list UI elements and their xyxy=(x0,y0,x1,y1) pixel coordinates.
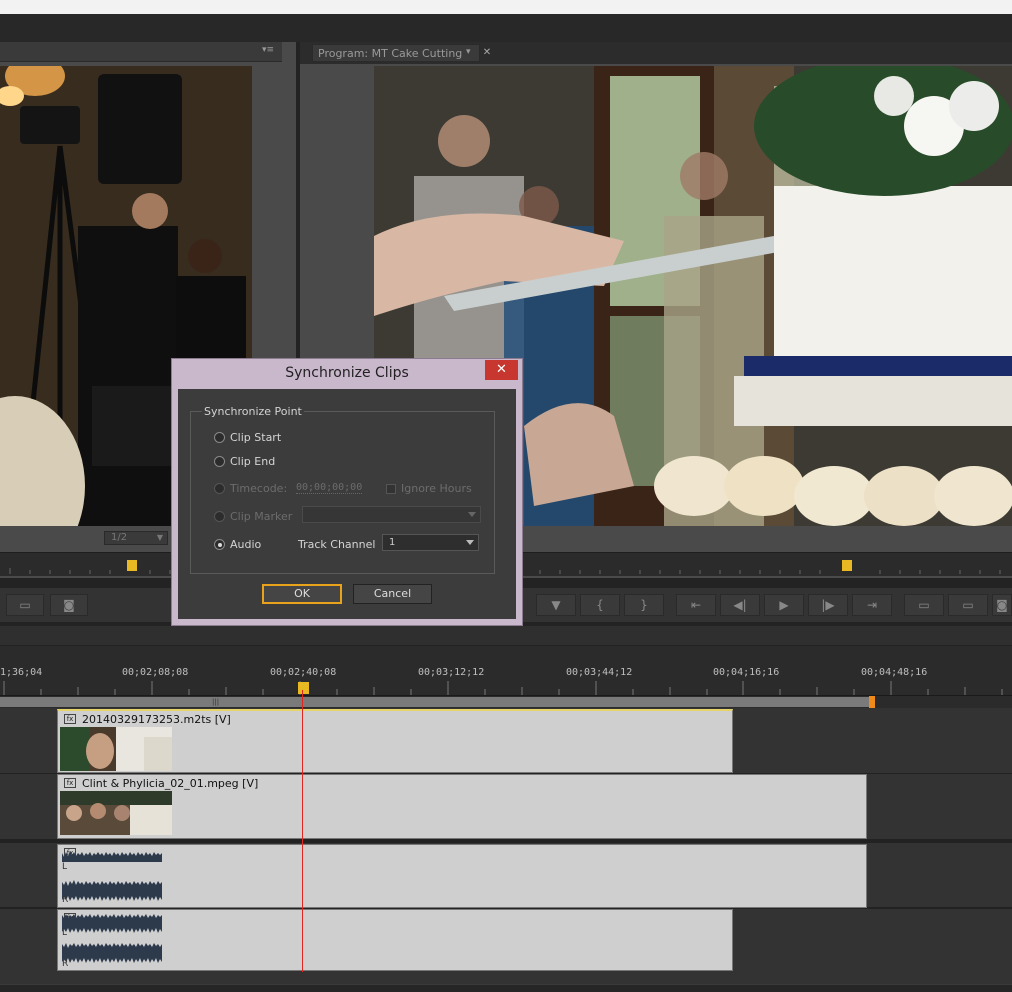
clip-start-radio[interactable] xyxy=(214,432,225,443)
timeline-playhead-line[interactable] xyxy=(302,690,303,972)
track-channel-value: 1 xyxy=(389,537,396,548)
marker-icon: ▼ xyxy=(551,598,561,612)
play-icon: ▶ xyxy=(779,598,789,612)
program-tab-label: Program: MT Cake Cutting xyxy=(318,47,463,60)
chevron-down-icon: ▼ xyxy=(156,533,163,542)
work-area-grip[interactable]: ||| xyxy=(212,697,220,707)
ruler-label: 00;04;48;16 xyxy=(861,667,928,678)
go-to-out-button[interactable]: ⇥ xyxy=(852,594,892,616)
go-to-in-icon: ⇤ xyxy=(690,598,702,612)
title-area xyxy=(0,14,1012,42)
clip-marker-label: Clip Marker xyxy=(230,510,293,523)
step-back-button[interactable]: ◀| xyxy=(720,594,760,616)
channel-label: L xyxy=(62,928,68,938)
channel-label: R xyxy=(62,959,69,969)
extract-button[interactable]: ▭ xyxy=(948,594,988,616)
ruler-label: 00;04;16;16 xyxy=(713,667,780,678)
program-tab[interactable]: Program: MT Cake Cutting ▾ xyxy=(312,44,480,62)
source-panel-menu-icon[interactable]: ▾≡ xyxy=(262,45,278,57)
synchronize-clips-dialog: Synchronize Clips ✕ Synchronize Point Cl… xyxy=(171,358,523,626)
timeline-bottom-scroll[interactable] xyxy=(0,984,1012,992)
close-tab-icon[interactable]: ✕ xyxy=(480,44,494,62)
timecode-label: Timecode: xyxy=(230,482,288,495)
close-icon[interactable]: ✕ xyxy=(485,360,518,380)
chevron-down-icon xyxy=(466,540,474,545)
track-channel-select[interactable]: 1 xyxy=(382,534,479,551)
timecode-radio[interactable] xyxy=(214,483,225,494)
lift-button[interactable]: ▭ xyxy=(904,594,944,616)
overwrite-icon: ▭ xyxy=(19,598,31,612)
export-frame-button[interactable]: ◙ xyxy=(50,594,88,616)
ok-button[interactable]: OK xyxy=(262,584,342,604)
audio-waveform xyxy=(62,914,162,933)
clip-start-label[interactable]: Clip Start xyxy=(230,431,281,444)
window-top-bar xyxy=(0,0,1012,14)
ignore-hours-checkbox[interactable] xyxy=(386,484,396,494)
ruler-label: 1;36;04 xyxy=(0,667,43,678)
play-button[interactable]: ▶ xyxy=(764,594,804,616)
audio-waveform xyxy=(62,943,162,963)
track-divider xyxy=(0,839,1012,843)
channel-label: L xyxy=(62,862,68,872)
export-frame-program-button[interactable]: ◙ xyxy=(992,594,1012,616)
clip-name: Clint & Phylicia_02_01.mpeg [V] xyxy=(82,777,259,790)
radio-selected-dot xyxy=(218,543,222,547)
timeline-tabs-bar xyxy=(0,626,1012,646)
clip-marker-select[interactable] xyxy=(302,506,481,523)
track-channel-label: Track Channel xyxy=(298,538,376,551)
add-marker-button[interactable]: ▼ xyxy=(536,594,576,616)
audio-waveform xyxy=(62,880,162,901)
source-zoom-select[interactable]: 1/2 ▼ xyxy=(104,531,168,545)
clip-thumbnail xyxy=(60,727,172,771)
clip-end-radio[interactable] xyxy=(214,456,225,467)
work-area-end-marker[interactable] xyxy=(869,696,875,708)
source-monitor-header xyxy=(0,42,282,62)
audio-waveform xyxy=(62,851,162,862)
ruler-label: 00;03;12;12 xyxy=(418,667,485,678)
mark-in-button[interactable]: { xyxy=(580,594,620,616)
audio-label[interactable]: Audio xyxy=(230,538,261,551)
timecode-field[interactable]: 00;00;00;00 xyxy=(296,482,363,494)
timeline-playhead-handle[interactable] xyxy=(298,682,309,694)
video-clip[interactable]: fx Clint & Phylicia_02_01.mpeg [V] xyxy=(57,774,867,839)
source-zoom-value: 1/2 xyxy=(111,532,128,543)
step-forward-button[interactable]: |▶ xyxy=(808,594,848,616)
step-back-icon: ◀| xyxy=(733,598,747,612)
go-to-in-button[interactable]: ⇤ xyxy=(676,594,716,616)
ruler-label: 00;02;40;08 xyxy=(270,667,337,678)
cancel-button[interactable]: Cancel xyxy=(353,584,432,604)
ruler-ticks xyxy=(3,681,1003,695)
camera-icon: ◙ xyxy=(63,598,75,612)
go-to-out-icon: ⇥ xyxy=(866,598,878,612)
group-label: Synchronize Point xyxy=(202,405,304,418)
ruler-label: 00;03;44;12 xyxy=(566,667,633,678)
extract-icon: ▭ xyxy=(962,598,974,612)
mark-in-icon: { xyxy=(596,598,604,612)
ruler-label: 00;02;08;08 xyxy=(122,667,189,678)
dialog-title: Synchronize Clips xyxy=(285,365,409,381)
clip-end-label[interactable]: Clip End xyxy=(230,455,275,468)
camera-icon: ◙ xyxy=(996,598,1008,612)
clip-name: 20140329173253.m2ts [V] xyxy=(82,713,231,726)
lift-icon: ▭ xyxy=(918,598,930,612)
clip-thumbnail xyxy=(60,791,172,835)
clip-marker-radio[interactable] xyxy=(214,511,225,522)
audio-radio[interactable] xyxy=(214,539,225,550)
mark-out-icon: } xyxy=(640,598,648,612)
fx-badge-icon: fx xyxy=(64,778,76,788)
fx-badge-icon: fx xyxy=(64,714,76,724)
mark-out-button[interactable]: } xyxy=(624,594,664,616)
channel-label: R xyxy=(62,895,69,905)
overwrite-button[interactable]: ▭ xyxy=(6,594,44,616)
ignore-hours-label: Ignore Hours xyxy=(401,482,472,495)
chevron-down-icon xyxy=(468,512,476,517)
step-forward-icon: |▶ xyxy=(821,598,835,612)
video-clip[interactable]: fx 20140329173253.m2ts [V] xyxy=(57,709,733,773)
audio-clip[interactable]: fx L R xyxy=(57,909,733,971)
work-area-bar[interactable] xyxy=(0,697,870,707)
audio-clip[interactable]: fx L R xyxy=(57,844,867,908)
tab-menu-icon[interactable]: ▾ xyxy=(466,47,471,57)
